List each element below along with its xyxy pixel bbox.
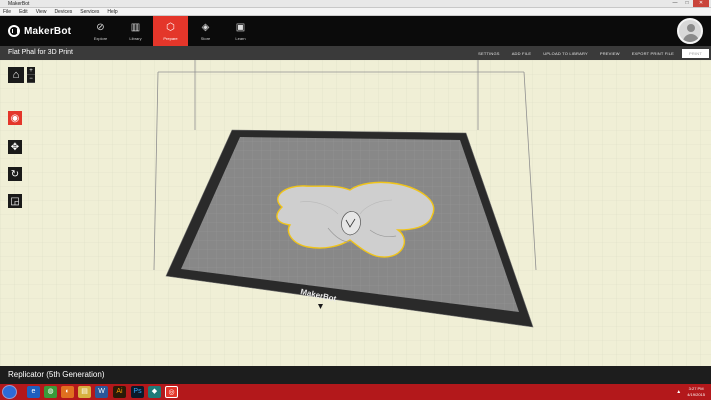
- tab-learn[interactable]: ▣ Learn: [223, 16, 258, 46]
- nav-tabs: ⊘ Explore ▥ Library ⬡ Prepare ◈ Store ▣ …: [83, 16, 258, 46]
- build-workspace[interactable]: MakerBot: [0, 60, 711, 366]
- chrome-icon[interactable]: ◍: [44, 386, 57, 398]
- menu-services[interactable]: Services: [80, 8, 99, 16]
- clock[interactable]: 3:27 PM 4/19/2015: [687, 386, 705, 398]
- tab-store[interactable]: ◈ Store: [188, 16, 223, 46]
- prepare-icon: ⬡: [166, 21, 175, 33]
- scale-tool-button[interactable]: ◲: [8, 194, 22, 208]
- eye-icon: ◉: [10, 112, 20, 124]
- add-file-button[interactable]: ADD FILE: [512, 51, 532, 56]
- settings-button[interactable]: SETTINGS: [478, 51, 500, 56]
- ie-icon[interactable]: e: [27, 386, 40, 398]
- logo-text: MakerBot: [24, 25, 72, 37]
- firefox-icon[interactable]: ◐: [61, 386, 74, 398]
- maximize-button[interactable]: □: [681, 0, 693, 7]
- tab-label: Explore: [93, 35, 108, 41]
- makerbot-logo[interactable]: MakerBot: [8, 24, 71, 38]
- rotate-icon: ↻: [10, 168, 20, 180]
- top-navigation: MakerBot ⊘ Explore ▥ Library ⬡ Prepare ◈…: [0, 16, 711, 46]
- tray-expand-icon[interactable]: ▲: [676, 389, 681, 395]
- menu-devices[interactable]: Devices: [54, 8, 72, 16]
- window-controls: — □ ✕: [669, 0, 709, 8]
- illustrator-icon[interactable]: Ai: [113, 386, 126, 398]
- scale-icon: ◲: [10, 195, 20, 207]
- tab-library[interactable]: ▥ Library: [118, 16, 153, 46]
- word-icon[interactable]: W: [95, 386, 108, 398]
- learn-icon: ▣: [235, 21, 246, 33]
- menu-view[interactable]: View: [36, 8, 47, 16]
- home-icon: ⌂: [12, 69, 20, 81]
- app-icon[interactable]: ◆: [148, 386, 161, 398]
- rotate-tool-button[interactable]: ↻: [8, 167, 22, 181]
- zoom-controls: + −: [27, 67, 35, 83]
- file-title: Flat Phal for 3D Print: [8, 49, 73, 56]
- move-tool-button[interactable]: ✥: [8, 140, 22, 154]
- tab-label: Prepare: [163, 35, 178, 41]
- zoom-in-button[interactable]: +: [27, 67, 35, 75]
- view-tool-button[interactable]: ◉: [8, 111, 22, 125]
- menu-edit[interactable]: Edit: [19, 8, 28, 16]
- upload-to-library-button[interactable]: UPLOAD TO LIBRARY: [543, 51, 588, 56]
- library-icon: ▥: [130, 21, 141, 33]
- print-button[interactable]: PRINT: [682, 48, 709, 58]
- explorer-icon[interactable]: ▤: [78, 386, 91, 398]
- export-print-file-button[interactable]: EXPORT PRINT FILE: [632, 51, 674, 56]
- start-button[interactable]: [2, 385, 17, 399]
- menu-file[interactable]: File: [3, 8, 11, 16]
- preview-button[interactable]: PREVIEW: [600, 51, 620, 56]
- printer-name[interactable]: Replicator (5th Generation): [8, 366, 105, 384]
- tab-label: Learn: [235, 35, 246, 41]
- tab-label: Store: [200, 35, 211, 41]
- photoshop-icon[interactable]: Ps: [131, 386, 144, 398]
- system-tray: ▲ 3:27 PM 4/19/2015: [676, 384, 705, 400]
- cube-icon: ◈: [201, 21, 210, 33]
- makerbot-logo-icon: [8, 25, 20, 37]
- user-avatar[interactable]: [677, 18, 703, 44]
- viewport-canvas[interactable]: MakerBot: [0, 60, 711, 366]
- project-toolbar: Flat Phal for 3D Print SETTINGS ADD FILE…: [0, 46, 711, 60]
- tab-label: Library: [129, 35, 142, 41]
- menu-help[interactable]: Help: [107, 8, 117, 16]
- tab-prepare[interactable]: ⬡ Prepare: [153, 16, 188, 46]
- tab-explore[interactable]: ⊘ Explore: [83, 16, 118, 46]
- makerbot-icon[interactable]: ◎: [165, 386, 178, 398]
- project-actions: SETTINGS ADD FILE UPLOAD TO LIBRARY PREV…: [466, 46, 709, 60]
- move-icon: ✥: [10, 141, 20, 153]
- close-button[interactable]: ✕: [693, 0, 709, 7]
- compass-icon: ⊘: [96, 21, 105, 33]
- printer-status-bar[interactable]: Replicator (5th Generation): [0, 366, 711, 384]
- os-taskbar: e ◍ ◐ ▤ W Ai Ps ◆ ◎ ▲ 3:27 PM 4/19/2015: [0, 384, 711, 400]
- minimize-button[interactable]: —: [669, 0, 681, 7]
- zoom-out-button[interactable]: −: [27, 75, 35, 83]
- clock-date: 4/19/2015: [687, 392, 705, 397]
- menu-bar: File Edit View Devices Services Help: [0, 8, 711, 16]
- home-view-button[interactable]: ⌂: [8, 67, 24, 83]
